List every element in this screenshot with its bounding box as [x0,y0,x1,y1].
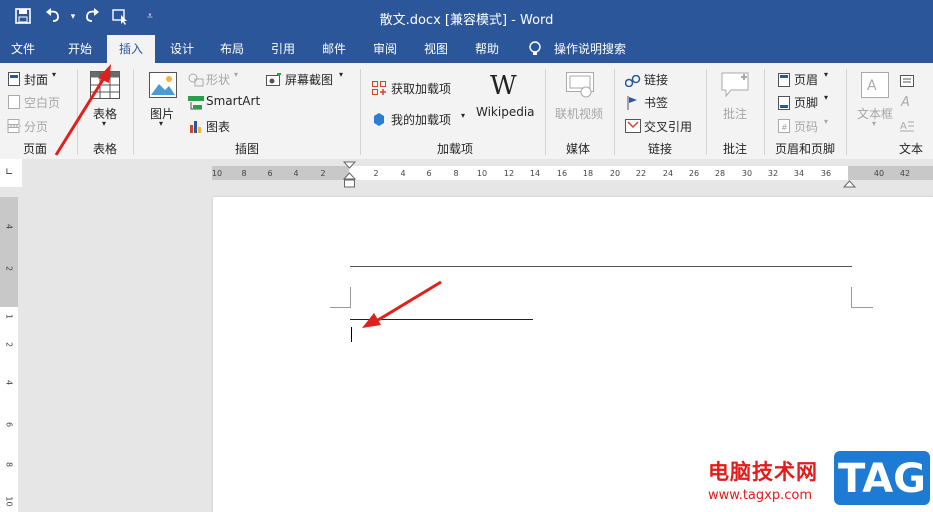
ruler-tick-label: 26 [688,169,700,178]
tag-badge: TAG [834,451,930,505]
ruler-tick-label: 4 [400,169,406,178]
ruler-tick-label: 16 [556,169,568,178]
watermark-site-name: 电脑技术网 [708,460,818,484]
vertical-ruler-tick-label: 4 [4,223,14,230]
annotation-arrows [54,64,442,328]
ruler-tick-label: 24 [662,169,674,178]
ruler-tick-label: 14 [529,169,541,178]
arrow-to-cursor [362,280,442,328]
ruler-tick-label: 22 [635,169,647,178]
ruler-tick-label: 10 [211,169,223,178]
vertical-ruler-tick-label: 10 [4,496,14,507]
vertical-ruler-tick-label: 1 [4,313,14,320]
ruler-tick-label: 18 [582,169,594,178]
ruler-tick-label: 4 [293,169,299,178]
vertical-ruler-tick-label: 2 [4,265,14,272]
ruler-tick-label: 8 [453,169,459,178]
ruler-tick-label: 20 [609,169,621,178]
ruler-tick-label: 34 [793,169,805,178]
ruler-tick-label: 30 [741,169,753,178]
ruler-tick-label: 2 [320,169,326,178]
ruler-tick-label: 6 [267,169,273,178]
ruler-tick-label: 10 [476,169,488,178]
ruler-tick-label: 40 [873,169,885,178]
vertical-ruler-tick-label: 8 [4,461,14,468]
ruler-tick-label: 8 [241,169,247,178]
ruler-tick-label: 28 [714,169,726,178]
watermark-url: www.tagxp.com [708,488,812,503]
vertical-ruler-tick-label: 4 [4,379,14,386]
vertical-ruler-tick-label: 6 [4,421,14,428]
ruler-tick-label: 36 [820,169,832,178]
ruler-tick-label: 2 [373,169,379,178]
ruler-tick-label: 12 [503,169,515,178]
arrow-to-insert-tab [54,64,111,156]
ruler-tick-label: 32 [767,169,779,178]
ruler-tick-label: 6 [426,169,432,178]
ruler-tick-label: 42 [899,169,911,178]
vertical-ruler-tick-label: 2 [4,341,14,348]
